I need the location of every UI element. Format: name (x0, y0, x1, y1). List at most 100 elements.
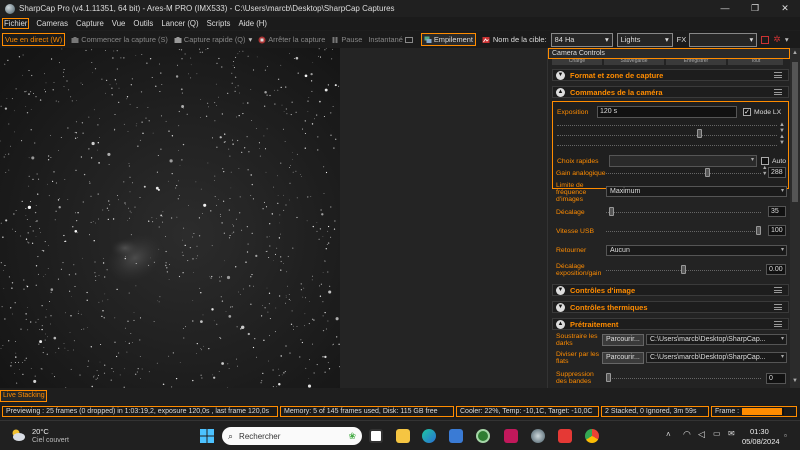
live-view-button[interactable]: Vue en direct (W) (2, 33, 66, 46)
clock-date[interactable]: 05/08/2024 (742, 437, 780, 446)
menu-tools[interactable]: Outils (133, 19, 153, 28)
exposure-slider-knob[interactable] (697, 129, 702, 138)
maximize-button[interactable]: ❐ (740, 0, 770, 17)
menu-help[interactable]: Aide (H) (238, 19, 267, 28)
section-image-controls-header[interactable]: ▼ Contrôles d'image (552, 284, 789, 296)
exposure-input[interactable]: 120 s (597, 106, 737, 118)
start-capture-button[interactable]: Commencer la capture (S) (71, 33, 168, 46)
usb-speed-value[interactable]: 100 (768, 225, 786, 236)
chrome-icon[interactable] (585, 429, 599, 443)
banding-value[interactable]: 0 (766, 373, 786, 384)
usb-speed-slider[interactable] (606, 231, 761, 233)
stop-capture-button[interactable]: Arrêter la capture (258, 33, 325, 46)
stacking-button[interactable]: Empilement (420, 33, 476, 46)
section-thermal-controls-header[interactable]: ▼ Contrôles thermiques (552, 301, 789, 313)
panel-tab[interactable]: Enregistrer (666, 59, 726, 65)
menu-launch[interactable]: Lancer (Q) (161, 19, 198, 28)
darks-browse-button[interactable]: Parcourir... (602, 334, 644, 346)
panel-tab[interactable]: Charge (552, 59, 602, 65)
exposure-arrows-icon[interactable]: ▲ ▼ ▲ ▼ (779, 122, 785, 146)
show-desktop-icon[interactable]: ▫ (784, 431, 787, 440)
chevron-down-icon[interactable]: ▾ (249, 35, 253, 44)
live-stacking-tab[interactable]: Live Stacking (0, 390, 47, 402)
section-format-header[interactable]: ▼ Format et zone de capture (552, 69, 789, 81)
menu-icon[interactable] (774, 89, 782, 95)
usb-speed-slider-knob[interactable] (756, 226, 761, 235)
star (33, 379, 37, 383)
star (287, 285, 288, 287)
scroll-up-icon[interactable]: ▲ (792, 50, 798, 56)
volume-icon[interactable]: ◁ (698, 429, 705, 440)
stepper-arrows-icon[interactable]: ▲ ▼ (762, 165, 767, 177)
file-explorer-icon[interactable] (396, 429, 410, 443)
menu-icon[interactable] (774, 321, 782, 327)
menu-icon[interactable] (774, 72, 782, 78)
gain-slider-knob[interactable] (705, 168, 710, 177)
menu-file[interactable]: Fichier (1, 18, 30, 29)
panel-scrollbar[interactable]: ▲ ▼ (790, 48, 800, 388)
star (54, 376, 56, 378)
frame-type-select[interactable]: Lights ▾ (616, 32, 673, 47)
windows-start-icon[interactable] (200, 429, 214, 443)
gain-value[interactable]: 288 (768, 167, 786, 178)
task-view-icon[interactable] (369, 429, 383, 443)
frame-rate-select[interactable]: Maximum ▾ (606, 186, 787, 197)
quick-capture-button[interactable]: Capture rapide (Q) ▾ (174, 33, 252, 46)
chevron-down-icon[interactable]: ▾ (785, 35, 789, 44)
exp-gain-offset-slider-knob[interactable] (681, 265, 686, 274)
auto-checkbox[interactable] (761, 157, 769, 165)
record-icon[interactable] (761, 35, 770, 44)
target-name-select[interactable]: 84 Ha ▾ (550, 32, 613, 47)
sharpcap-taskbar-icon[interactable] (531, 429, 545, 443)
image-viewer[interactable] (0, 48, 340, 388)
banding-slider[interactable] (606, 378, 761, 380)
scroll-down-icon[interactable]: ▼ (792, 378, 798, 384)
menu-view[interactable]: Vue (112, 19, 126, 28)
gain-slider[interactable] (606, 173, 761, 175)
app-icon-green[interactable] (476, 429, 490, 443)
menu-icon[interactable] (774, 304, 782, 310)
exp-gain-offset-value[interactable]: 0.00 (766, 264, 786, 275)
banding-slider-knob[interactable] (606, 373, 611, 382)
crosshair-icon[interactable]: ✲ (773, 34, 781, 45)
flip-select[interactable]: Aucun ▾ (606, 245, 787, 256)
offset-value[interactable]: 35 (768, 206, 786, 217)
app-icon-red[interactable] (558, 429, 572, 443)
offset-slider[interactable] (606, 212, 761, 214)
edge-browser-icon[interactable] (422, 429, 436, 443)
close-button[interactable]: ✕ (770, 0, 800, 17)
quick-choices-select[interactable]: ▾ (609, 155, 757, 167)
section-camera-controls-header[interactable]: ▲ Commandes de la caméra (552, 86, 789, 98)
flats-path-select[interactable]: C:\Users\marcb\Desktop\SharpCap... ▾ (646, 352, 787, 363)
wifi-icon[interactable]: ◠ (683, 429, 691, 440)
clock-time[interactable]: 01:30 (750, 427, 769, 436)
battery-icon[interactable]: ▭ (713, 429, 721, 438)
pause-button[interactable]: Pause (331, 33, 362, 46)
menu-cameras[interactable]: Cameras (36, 19, 68, 28)
section-preprocessing-header[interactable]: ▲ Prétraitement (552, 318, 789, 330)
panel-tab[interactable]: Sauvegarde (604, 59, 664, 65)
taskbar-search-box[interactable]: ⌕ Rechercher ❀ (222, 427, 362, 445)
star (328, 368, 331, 370)
tray-chevron-up-icon[interactable]: ˄ (666, 430, 671, 439)
offset-slider-knob[interactable] (609, 207, 614, 216)
star (53, 82, 55, 83)
menu-scripts[interactable]: Scripts (207, 19, 231, 28)
flats-browse-button[interactable]: Parcourir... (602, 352, 644, 364)
exposure-coarse-slider[interactable] (557, 125, 777, 127)
exposure-fine-slider[interactable] (557, 135, 777, 137)
fx-select[interactable]: ▾ (689, 32, 758, 47)
star (313, 372, 315, 374)
scrollbar-thumb[interactable] (792, 62, 798, 202)
menu-icon[interactable] (774, 287, 782, 293)
lx-mode-checkbox[interactable]: ✓ (743, 108, 751, 116)
darks-path-select[interactable]: C:\Users\marcb\Desktop\SharpCap... ▾ (646, 334, 787, 345)
panel-tab[interactable]: Tout (728, 59, 783, 65)
app-icon-pink[interactable] (504, 429, 518, 443)
store-icon[interactable] (449, 429, 463, 443)
notification-icon[interactable]: ✉ (728, 429, 735, 438)
star (232, 139, 234, 141)
minimize-button[interactable]: — (710, 0, 740, 17)
snapshot-button[interactable]: Instantané (368, 33, 415, 46)
menu-capture[interactable]: Capture (76, 19, 104, 28)
